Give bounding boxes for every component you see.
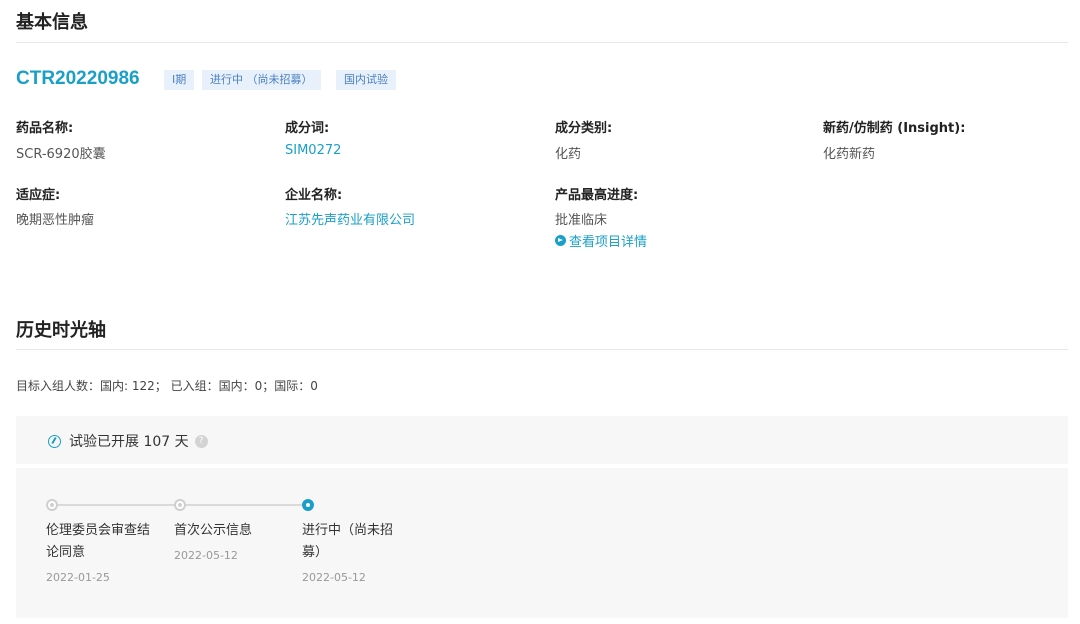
drug-name-label: 药品名称: — [16, 121, 74, 136]
days-running-row: 试验已开展 107 天 ? — [48, 431, 208, 451]
status-tag: 进行中 （尚未招募） — [202, 70, 321, 90]
timeline-node-done — [174, 499, 186, 511]
timeline-step-date: 2022-05-12 — [174, 549, 238, 562]
timeline-step-line: 论同意 — [46, 545, 86, 560]
timeline-step-label: 伦理委员会审查结 论同意 — [46, 520, 150, 564]
indication-label: 适应症: — [16, 188, 61, 203]
timeline-connector — [56, 504, 176, 506]
project-detail-link[interactable]: 查看项目详情 — [555, 231, 647, 250]
new-generic-label: 新药/仿制药 (Insight): — [823, 121, 966, 136]
timeline-step-label: 首次公示信息 — [174, 520, 252, 542]
timeline-node-done — [46, 499, 58, 511]
ingredient-label: 成分词: — [285, 121, 330, 136]
ingredient-type-value: 化药 — [555, 147, 582, 162]
trial-id: CTR20220986 — [16, 68, 140, 89]
timeline-step-date: 2022-01-25 — [46, 571, 110, 584]
basic-info-divider — [16, 42, 1068, 43]
enrollment-summary: 目标入组人数：国内: 122； 已入组：国内：0；国际：0 — [16, 379, 318, 393]
timeline-panel — [16, 468, 1068, 618]
max-progress-value: 批准临床 — [555, 213, 608, 228]
trial-scope-tag: 国内试验 — [336, 70, 396, 90]
new-generic-value: 化药新药 — [823, 147, 876, 162]
max-progress-label: 产品最高进度: — [555, 188, 639, 203]
timeline-node-current — [302, 499, 314, 511]
arrow-circle-icon — [555, 235, 566, 246]
project-detail-label: 查看项目详情 — [569, 235, 648, 250]
company-link[interactable]: 江苏先声药业有限公司 — [285, 209, 415, 228]
timeline-step-line: 募） — [302, 545, 329, 560]
ingredient-link[interactable]: SIM0272 — [285, 143, 341, 158]
days-running-text: 试验已开展 107 天 — [69, 434, 189, 450]
basic-info-title: 基本信息 — [16, 12, 88, 33]
timeline-connector — [184, 504, 304, 506]
timeline-step-line: 伦理委员会审查结 — [46, 523, 151, 538]
timeline-step-line: 首次公示信息 — [174, 523, 253, 538]
drug-name-value: SCR-6920胶囊 — [16, 147, 106, 162]
timeline-step-label: 进行中（尚未招 募） — [302, 520, 393, 564]
pill-icon — [48, 434, 61, 448]
history-divider — [16, 349, 1068, 350]
ingredient-type-label: 成分类别: — [555, 121, 613, 136]
history-title: 历史时光轴 — [16, 320, 106, 341]
company-label: 企业名称: — [285, 188, 343, 203]
timeline-step-date: 2022-05-12 — [302, 571, 366, 584]
phase-tag: I期 — [164, 70, 195, 90]
indication-value: 晚期恶性肿瘤 — [16, 213, 95, 228]
help-icon[interactable]: ? — [194, 434, 208, 448]
timeline-step-line: 进行中（尚未招 — [302, 523, 394, 538]
